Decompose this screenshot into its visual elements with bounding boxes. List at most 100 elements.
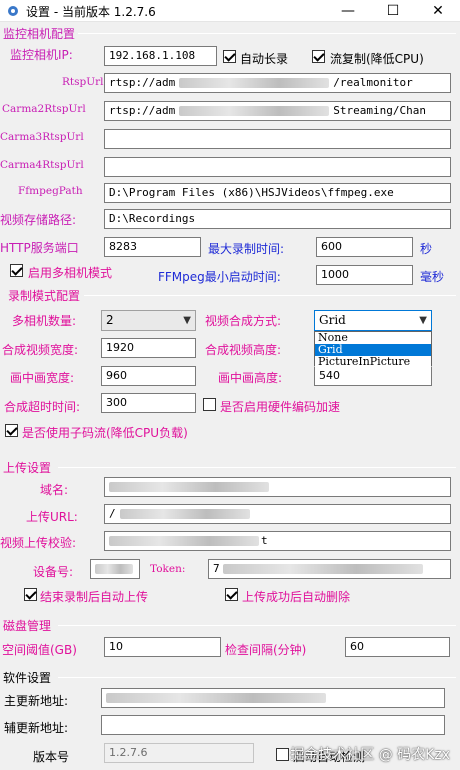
domain-label: 域名: [40, 483, 69, 497]
pip-width-input[interactable]: 960 [101, 366, 196, 386]
output-width-label: 合成视频宽度: [2, 343, 79, 357]
cam4-url-input[interactable] [104, 157, 451, 177]
check-interval-label: 检查间隔(分钟) [225, 643, 307, 657]
rtsp-url-label: RtspUrl [62, 76, 104, 88]
section-software: 软件设置 [3, 671, 52, 685]
cam3-url-label: Carma3RtspUrl [0, 131, 84, 143]
ffmpeg-min-start-input[interactable]: 1000 [316, 265, 413, 285]
token-prefix: 7 [213, 562, 220, 575]
compose-timeout-input[interactable]: 300 [101, 393, 196, 413]
ffmpeg-min-start-unit: 毫秒 [420, 270, 445, 284]
redacted-region [106, 693, 326, 703]
cam2-url-prefix: rtsp://adm [109, 104, 176, 117]
divider [58, 625, 456, 626]
ffmpeg-path-label: FfmpegPath [18, 185, 83, 197]
upload-verify-label: 视频上传校验: [0, 536, 77, 550]
token-label: Token: [150, 563, 186, 575]
cam3-url-input[interactable] [104, 129, 451, 149]
device-id-input[interactable] [90, 559, 140, 579]
redacted-region [179, 78, 330, 88]
divider [78, 33, 456, 34]
divider [58, 467, 456, 468]
compose-mode-value: Grid [319, 313, 346, 327]
camera-ip-input[interactable]: 192.168.1.108 [104, 46, 217, 66]
hw-accel-checkbox[interactable] [203, 398, 216, 411]
startup-check-checkbox[interactable] [276, 748, 289, 761]
max-record-label: 最大录制时间: [208, 242, 285, 256]
backup-update-label: 辅更新地址: [4, 721, 69, 735]
upload-url-label: 上传URL: [26, 510, 78, 524]
main-update-input[interactable] [101, 688, 445, 708]
section-upload: 上传设置 [3, 461, 52, 475]
redacted-region [95, 564, 133, 574]
upload-verify-suffix: t [261, 534, 268, 547]
storage-path-label: 视频存储路径: [0, 213, 77, 227]
redacted-region [109, 482, 269, 492]
close-button[interactable]: ✕ [416, 0, 460, 22]
compose-timeout-label: 合成超时时间: [4, 400, 81, 414]
auto-delete-label: 上传成功后自动删除 [242, 590, 351, 604]
stream-copy-checkbox[interactable] [312, 50, 325, 63]
section-camera-config: 监控相机配置 [3, 27, 76, 41]
chevron-down-icon: ▼ [419, 315, 427, 326]
watermark-text: 掘金技术社区 @ 码农Kzx [290, 747, 450, 763]
minimize-button[interactable]: — [326, 0, 370, 22]
sub-stream-label: 是否使用子码流(降低CPU负载) [22, 426, 188, 440]
cam2-url-input[interactable]: rtsp://adm Streaming/Chan [104, 101, 451, 121]
pip-width-label: 画中画宽度: [10, 371, 75, 385]
stream-copy-label: 流复制(降低CPU) [330, 52, 424, 66]
output-width-input[interactable]: 1920 [101, 338, 196, 358]
space-threshold-input[interactable]: 10 [104, 637, 221, 657]
upload-url-prefix: / [109, 507, 116, 520]
redacted-region [119, 509, 250, 519]
pip-height-label: 画中画高度: [218, 371, 283, 385]
app-gear-icon [8, 6, 18, 16]
divider [84, 295, 456, 296]
cam2-url-suffix: Streaming/Chan [333, 104, 426, 117]
redacted-region [179, 106, 330, 116]
device-id-label: 设备号: [33, 565, 74, 579]
auto-record-checkbox[interactable] [223, 50, 236, 63]
auto-record-label: 自动长录 [240, 52, 289, 66]
auto-upload-checkbox[interactable] [24, 588, 37, 601]
hw-accel-label: 是否启用硬件编码加速 [220, 400, 341, 414]
upload-verify-input[interactable]: t [104, 531, 451, 551]
camera-ip-label: 监控相机IP: [10, 48, 73, 62]
chevron-down-icon: ▼ [183, 315, 191, 326]
auto-upload-label: 结束录制后自动上传 [40, 590, 149, 604]
divider [58, 677, 456, 678]
domain-input[interactable] [104, 477, 451, 497]
auto-delete-checkbox[interactable] [225, 588, 238, 601]
sub-stream-checkbox[interactable] [5, 424, 18, 437]
storage-path-input[interactable]: D:\Recordings [104, 209, 451, 229]
section-disk: 磁盘管理 [3, 619, 52, 633]
space-threshold-label: 空间阈值(GB) [2, 643, 77, 657]
cam2-url-label: Carma2RtspUrl [2, 103, 86, 115]
redacted-region [109, 536, 259, 546]
window-title: 设置 - 当前版本 1.2.7.6 [26, 5, 156, 19]
upload-url-input[interactable]: / [104, 504, 451, 524]
max-record-input[interactable]: 600 [316, 237, 413, 257]
backup-update-input[interactable] [101, 715, 445, 735]
compose-mode-dropdown: None Grid PictureInPicture [314, 331, 432, 369]
rtsp-url-input[interactable]: rtsp://adm/realmonitor [104, 73, 451, 93]
max-record-unit: 秒 [420, 242, 433, 256]
maximize-button[interactable]: ☐ [371, 0, 415, 22]
ffmpeg-path-input[interactable]: D:\Program Files (x86)\HSJVideos\ffmpeg.… [104, 183, 451, 203]
http-port-input[interactable]: 8283 [104, 237, 201, 257]
version-input: 1.2.7.6 [104, 743, 254, 763]
compose-mode-select[interactable]: Grid ▼ [314, 310, 432, 331]
camera-count-label: 多相机数量: [12, 314, 77, 328]
camera-count-value: 2 [106, 313, 114, 327]
camera-count-select[interactable]: 2 ▼ [101, 310, 196, 331]
ffmpeg-min-start-label: FFMpeg最小启动时间: [158, 270, 281, 284]
compose-mode-label: 视频合成方式: [205, 314, 282, 328]
pip-height-input[interactable]: 540 [314, 366, 432, 386]
redacted-region [222, 564, 423, 574]
cam4-url-label: Carma4RtspUrl [0, 159, 84, 171]
token-input[interactable]: 7 [208, 559, 451, 579]
title-bar: 设置 - 当前版本 1.2.7.6 — ☐ ✕ [0, 0, 460, 22]
section-record-mode: 录制模式配置 [8, 289, 81, 303]
check-interval-input[interactable]: 60 [345, 637, 450, 657]
multi-camera-checkbox[interactable] [10, 264, 23, 277]
